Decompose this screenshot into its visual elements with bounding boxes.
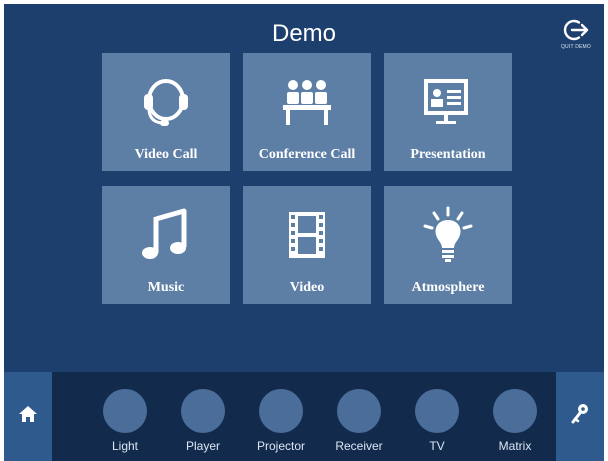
device-receiver[interactable]: Receiver [320, 389, 398, 453]
device-matrix[interactable]: Matrix [476, 389, 554, 453]
device-button[interactable] [337, 389, 381, 433]
presentation-screen-icon [384, 71, 512, 133]
device-bar: Light Player Projector Receiver TV Matri… [4, 372, 604, 461]
device-button[interactable] [415, 389, 459, 433]
scene-grid: Video Call Conference Call Presentation … [102, 53, 512, 304]
device-list: Light Player Projector Receiver TV Matri… [86, 389, 554, 453]
device-button[interactable] [103, 389, 147, 433]
headset-icon [102, 71, 230, 133]
scene-label: Video [289, 280, 325, 295]
scene-tile-conference-call[interactable]: Conference Call [243, 53, 371, 171]
film-strip-icon [243, 204, 371, 266]
device-label: Projector [256, 439, 306, 453]
music-note-icon [102, 204, 230, 266]
device-light[interactable]: Light [86, 389, 164, 453]
device-projector[interactable]: Projector [242, 389, 320, 453]
scene-label: Conference Call [258, 147, 356, 162]
device-button[interactable] [493, 389, 537, 433]
scene-label: Presentation [410, 147, 486, 162]
device-label: Receiver [335, 439, 383, 453]
device-player[interactable]: Player [164, 389, 242, 453]
settings-key-button[interactable] [556, 372, 604, 461]
scene-tile-music[interactable]: Music [102, 186, 230, 304]
device-label: Light [111, 439, 139, 453]
scene-label: Music [147, 280, 185, 295]
lightbulb-icon [384, 204, 512, 266]
key-icon [570, 403, 590, 430]
device-label: Player [185, 439, 220, 453]
device-label: Matrix [498, 439, 532, 453]
scene-tile-video[interactable]: Video [243, 186, 371, 304]
home-icon [18, 405, 38, 428]
device-button[interactable] [181, 389, 225, 433]
scene-tile-video-call[interactable]: Video Call [102, 53, 230, 171]
device-label: TV [429, 439, 445, 453]
scene-label: Video Call [134, 147, 198, 162]
scene-label: Atmosphere [411, 280, 485, 295]
scene-tile-presentation[interactable]: Presentation [384, 53, 512, 171]
device-button[interactable] [259, 389, 303, 433]
meeting-icon [243, 71, 371, 133]
quit-demo-button[interactable]: QUIT DEMO [552, 18, 600, 50]
quit-demo-label: QUIT DEMO [560, 44, 592, 50]
scene-tile-atmosphere[interactable]: Atmosphere [384, 186, 512, 304]
exit-icon [552, 18, 600, 42]
home-button[interactable] [4, 372, 52, 461]
device-tv[interactable]: TV [398, 389, 476, 453]
control-panel: Demo QUIT DEMO Video Call Conference Cal… [4, 4, 604, 461]
page-title: Demo [271, 20, 337, 47]
